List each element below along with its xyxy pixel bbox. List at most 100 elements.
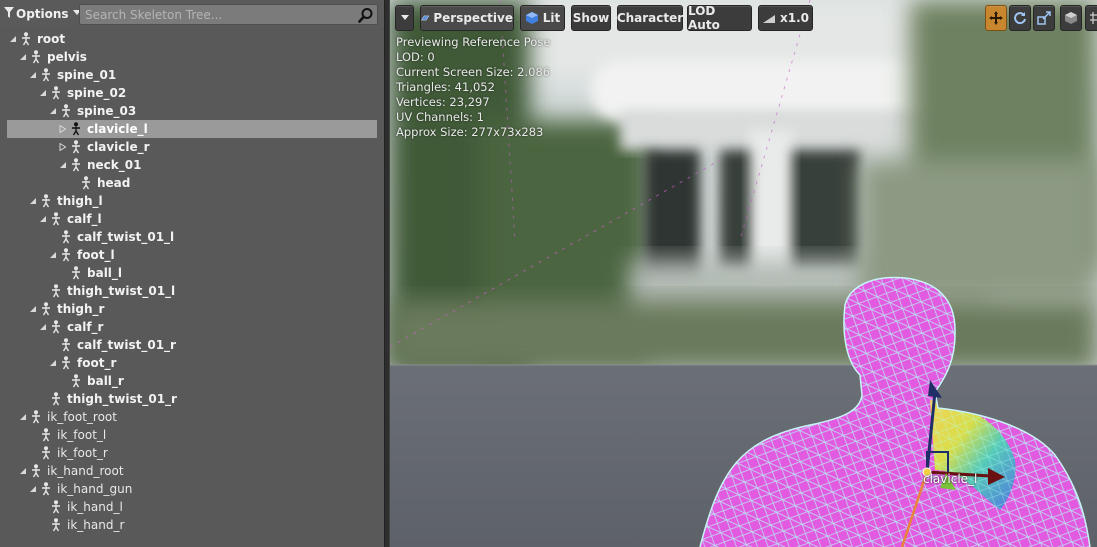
tree-row-label: ik_foot_root <box>47 410 117 424</box>
tree-row-spine-01[interactable]: spine_01 <box>7 66 377 84</box>
tree-row-label: pelvis <box>47 50 87 64</box>
tree-row-clavicle-l[interactable]: clavicle_l <box>7 120 377 138</box>
expand-arrow-icon[interactable] <box>59 142 67 152</box>
collapse-arrow-icon[interactable] <box>19 413 27 421</box>
tree-row-label: calf_twist_01_l <box>77 230 175 244</box>
bone-icon <box>49 86 63 100</box>
lod-text: LOD: 0 <box>396 50 435 64</box>
preview-mode-text: Previewing Reference Pose <box>396 35 551 49</box>
tree-row-ik-foot-r[interactable]: ik_foot_r <box>7 444 377 462</box>
collapse-arrow-icon[interactable] <box>59 161 67 169</box>
character-button[interactable]: Character <box>617 5 683 31</box>
tree-row-ik-foot-root[interactable]: ik_foot_root <box>7 408 377 426</box>
bone-icon <box>69 140 83 154</box>
tree-row-calf-l[interactable]: calf_l <box>7 210 377 228</box>
bone-icon <box>69 122 83 136</box>
character-label: Character <box>616 11 684 25</box>
rotate-mode-button[interactable] <box>1009 5 1031 31</box>
lit-button[interactable]: Lit <box>520 5 565 31</box>
tree-row-label: neck_01 <box>87 158 142 172</box>
bone-icon <box>19 32 33 46</box>
tree-row-label: thigh_twist_01_r <box>67 392 177 406</box>
tree-row-label: ik_foot_r <box>57 446 108 460</box>
translate-mode-button[interactable] <box>985 5 1007 31</box>
scale-icon <box>1037 11 1051 25</box>
bone-icon <box>59 230 73 244</box>
grid-icon <box>1090 12 1097 24</box>
tree-row-neck-01[interactable]: neck_01 <box>7 156 377 174</box>
selected-bone-label: clavicle_l <box>923 472 978 486</box>
tree-row-root[interactable]: root <box>7 30 377 48</box>
collapse-arrow-icon[interactable] <box>49 107 57 115</box>
uv-channels-text: UV Channels: 1 <box>396 110 484 124</box>
search-input[interactable] <box>80 5 352 24</box>
show-button[interactable]: Show <box>571 5 611 31</box>
tree-row-ik-hand-r[interactable]: ik_hand_r <box>7 516 377 534</box>
snap-button[interactable] <box>1085 5 1097 31</box>
tree-row-ik-hand-gun[interactable]: ik_hand_gun <box>7 480 377 498</box>
tree-row-foot-r[interactable]: foot_r <box>7 354 377 372</box>
tree-row-calf-twist-01-r[interactable]: calf_twist_01_r <box>7 336 377 354</box>
collapse-arrow-icon[interactable] <box>49 359 57 367</box>
tree-row-label: thigh_r <box>57 302 105 316</box>
tree-row-calf-r[interactable]: calf_r <box>7 318 377 336</box>
tree-row-label: clavicle_l <box>87 122 148 136</box>
viewport-menu-button[interactable] <box>395 5 414 31</box>
tree-row-label: thigh_twist_01_l <box>67 284 176 298</box>
tree-row-clavicle-r[interactable]: clavicle_r <box>7 138 377 156</box>
tree-row-ik-hand-root[interactable]: ik_hand_root <box>7 462 377 480</box>
lit-label: Lit <box>542 11 561 25</box>
collapse-arrow-icon[interactable] <box>19 53 27 61</box>
tree-row-calf-twist-01-l[interactable]: calf_twist_01_l <box>7 228 377 246</box>
tree-row-head[interactable]: head <box>7 174 377 192</box>
bone-icon <box>49 500 63 514</box>
tree-row-label: calf_r <box>67 320 104 334</box>
tree-row-thigh-l[interactable]: thigh_l <box>7 192 377 210</box>
search-icon[interactable] <box>358 7 374 23</box>
collapse-arrow-icon[interactable] <box>29 71 37 79</box>
tree-row-spine-02[interactable]: spine_02 <box>7 84 377 102</box>
tree-row-ball-r[interactable]: ball_r <box>7 372 377 390</box>
options-button[interactable]: Options <box>4 4 81 24</box>
local-world-toggle-button[interactable] <box>1060 5 1082 31</box>
viewport[interactable]: Perspective Lit Show Character LOD Auto … <box>390 0 1097 547</box>
tree-row-label: ik_foot_l <box>57 428 107 442</box>
collapse-arrow-icon[interactable] <box>29 305 37 313</box>
perspective-button[interactable]: Perspective <box>420 5 514 31</box>
lit-cube-icon <box>525 12 538 24</box>
bone-icon <box>29 464 43 478</box>
scale-mode-button[interactable] <box>1033 5 1055 31</box>
bone-icon <box>59 248 73 262</box>
tree-row-thigh-r[interactable]: thigh_r <box>7 300 377 318</box>
approx-size-text: Approx Size: 277x73x283 <box>396 125 544 139</box>
collapse-arrow-icon[interactable] <box>9 35 17 43</box>
tree-row-ball-l[interactable]: ball_l <box>7 264 377 282</box>
collapse-arrow-icon[interactable] <box>49 251 57 259</box>
tree-row-ik-foot-l[interactable]: ik_foot_l <box>7 426 377 444</box>
collapse-arrow-icon[interactable] <box>29 197 37 205</box>
tree-row-foot-l[interactable]: foot_l <box>7 246 377 264</box>
tree-row-label: calf_twist_01_r <box>77 338 176 352</box>
tree-row-ik-hand-l[interactable]: ik_hand_l <box>7 498 377 516</box>
collapse-arrow-icon[interactable] <box>39 215 47 223</box>
collapse-arrow-icon[interactable] <box>29 485 37 493</box>
translate-icon <box>989 11 1003 25</box>
collapse-arrow-icon[interactable] <box>39 89 47 97</box>
tree-row-thigh-twist-01-l[interactable]: thigh_twist_01_l <box>7 282 377 300</box>
collapse-arrow-icon[interactable] <box>19 467 27 475</box>
bone-icon <box>29 410 43 424</box>
lod-button[interactable]: LOD Auto <box>687 4 752 32</box>
skeleton-tree-panel: Options root pelvis spine_01 spine_02 spine_… <box>0 0 384 547</box>
tree-row-spine-03[interactable]: spine_03 <box>7 102 377 120</box>
tree-row-label: foot_r <box>77 356 117 370</box>
expand-arrow-icon[interactable] <box>59 124 67 134</box>
bone-icon <box>39 68 53 82</box>
tree-row-thigh-twist-01-r[interactable]: thigh_twist_01_r <box>7 390 377 408</box>
tree-row-label: ik_hand_l <box>67 500 123 514</box>
tree-row-pelvis[interactable]: pelvis <box>7 48 377 66</box>
collapse-arrow-icon[interactable] <box>39 323 47 331</box>
bone-icon <box>59 356 73 370</box>
bone-icon <box>29 50 43 64</box>
bone-icon <box>79 176 93 190</box>
playback-speed-button[interactable]: x1.0 <box>758 5 813 31</box>
